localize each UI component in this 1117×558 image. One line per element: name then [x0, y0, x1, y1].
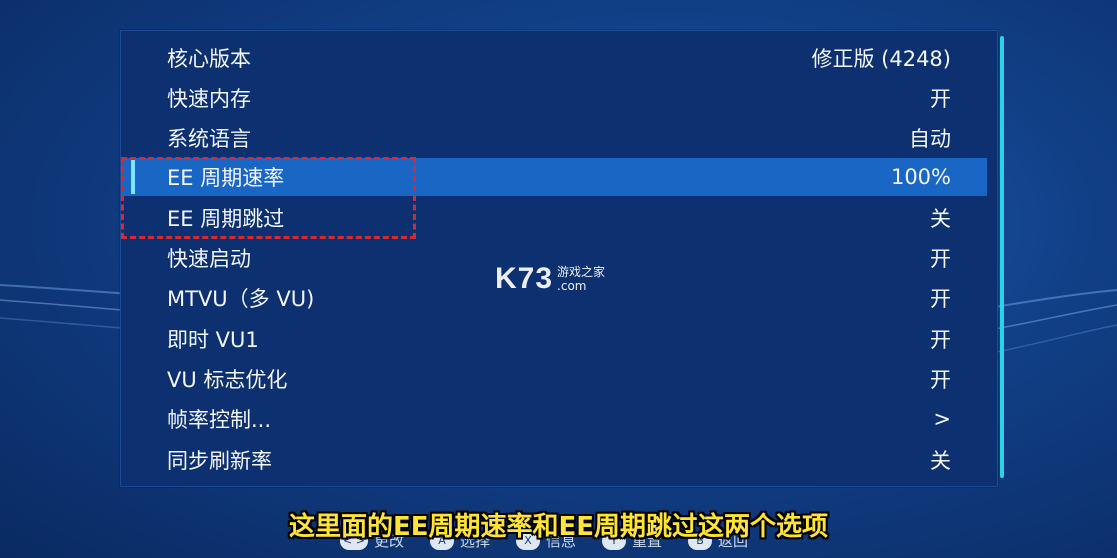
setting-value: 自动 — [909, 127, 951, 151]
site-watermark: K73 游戏之家 .com — [495, 262, 605, 296]
setting-row[interactable]: 系统语言 自动 — [121, 119, 987, 157]
setting-value: 关 — [930, 207, 951, 231]
setting-label: VU 标志优化 — [167, 368, 288, 392]
setting-label: 帧率控制... — [167, 408, 272, 432]
setting-label: 核心版本 — [167, 47, 251, 71]
watermark-text: 游戏之家 — [557, 265, 606, 279]
setting-value: 开 — [930, 287, 951, 311]
setting-value: 修正版 (4248) — [811, 47, 951, 71]
setting-value: 开 — [930, 247, 951, 271]
setting-row[interactable]: 同步刷新率 关 — [121, 441, 987, 479]
watermark-domain: .com — [557, 279, 587, 293]
setting-row[interactable]: 帧率控制... > — [121, 400, 987, 438]
watermark-logo: K73 — [495, 262, 554, 295]
setting-value: 开 — [930, 87, 951, 111]
setting-value: 开 — [930, 328, 951, 352]
setting-label: 快速内存 — [167, 87, 251, 111]
setting-row[interactable]: 快速内存 开 — [121, 79, 987, 117]
setting-value: 关 — [930, 449, 951, 473]
setting-label: 系统语言 — [167, 127, 251, 151]
setting-row[interactable]: 即时 VU1 开 — [121, 320, 987, 358]
scrollbar[interactable] — [1000, 36, 1004, 478]
video-subtitle: 这里面的EE周期速率和EE周期跳过这两个选项 — [288, 512, 829, 542]
setting-value: 100% — [890, 165, 951, 189]
setting-label: MTVU（多 VU) — [167, 287, 315, 311]
setting-label: 快速启动 — [167, 247, 251, 271]
highlight-annotation-box — [121, 157, 416, 239]
settings-panel: 核心版本 修正版 (4248) 快速内存 开 系统语言 自动 EE 周期速率 1… — [120, 30, 998, 487]
setting-value: 开 — [930, 368, 951, 392]
setting-row[interactable]: VU 标志优化 开 — [121, 360, 987, 398]
setting-label: 同步刷新率 — [167, 449, 272, 473]
setting-label: 即时 VU1 — [167, 328, 259, 352]
setting-value: > — [933, 407, 951, 431]
setting-row[interactable]: 核心版本 修正版 (4248) — [121, 39, 987, 77]
